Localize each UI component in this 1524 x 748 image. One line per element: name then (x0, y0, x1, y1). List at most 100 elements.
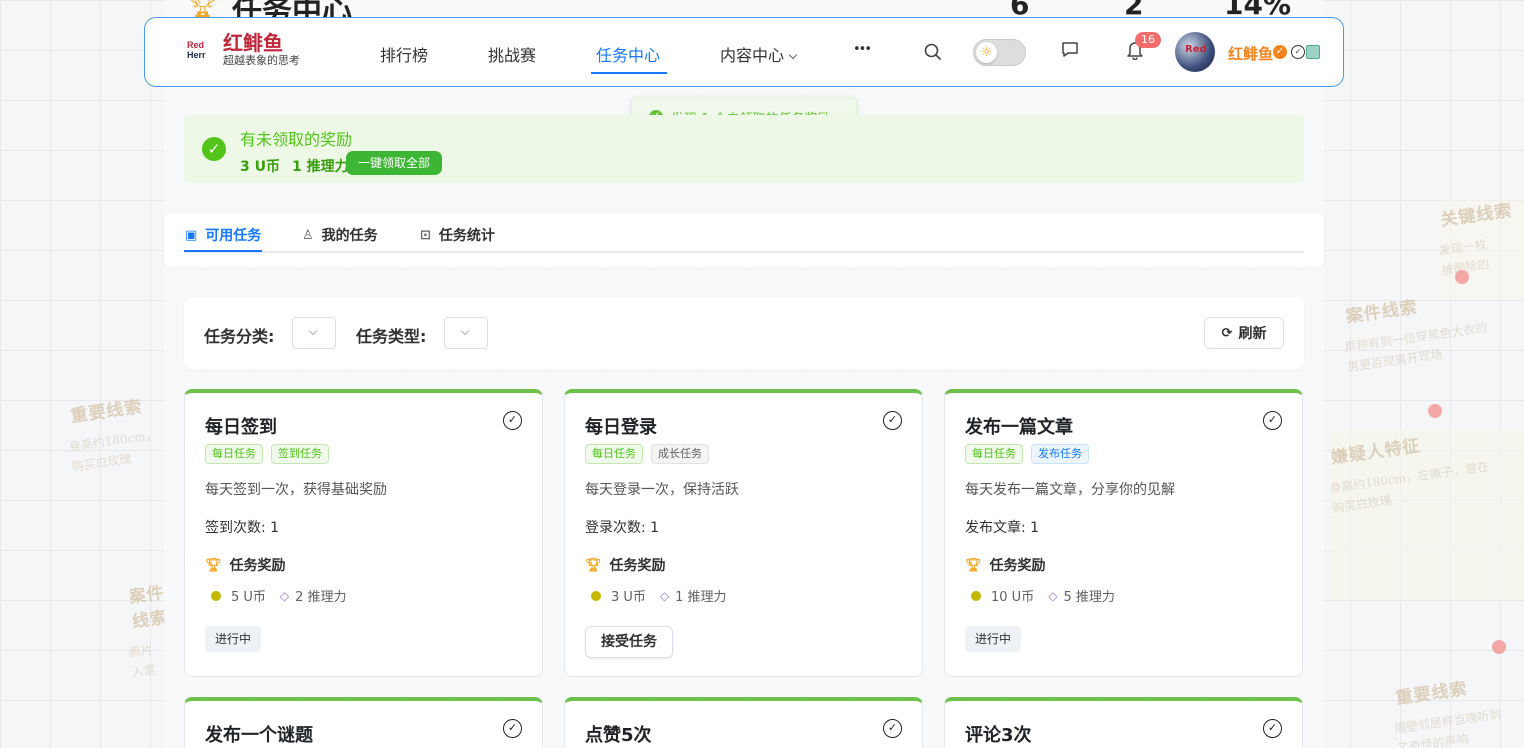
check-icon: ✓ (202, 137, 226, 161)
task-description: 每天发布一篇文章，分享你的见解 (965, 482, 1175, 498)
category-select[interactable] (292, 317, 336, 349)
category-label: 任务分类: (204, 327, 275, 346)
task-card: 每日签到 ✓ 每日任务 签到任务 每天签到一次，获得基础奖励 签到次数: 1 🏆… (184, 389, 543, 677)
reward-banner-title: 有未领取的奖励 (240, 130, 353, 149)
pin-decoration (1428, 404, 1442, 418)
claim-all-button[interactable]: 一键领取全部 (346, 151, 442, 175)
type-label: 任务类型: (356, 327, 427, 346)
filter-bar: 任务分类: 任务类型: ⟳ 刷新 (184, 297, 1304, 369)
task-tag: 每日任务 (205, 444, 263, 464)
bg-note-right-1: 关键线索 发现一枚 被删除的 (1440, 200, 1524, 300)
stats-strip: 🏆︎ 任务中心 6 2 14% (164, 0, 1324, 18)
task-progress: 签到次数: 1 (205, 520, 280, 536)
chart-icon: ⊡ (420, 227, 431, 243)
tab-my-tasks[interactable]: ♙ 我的任务 (302, 225, 378, 245)
reward-coins: 10 U币 (991, 590, 1035, 605)
clipboard-icon: ▣ (185, 227, 198, 243)
tab-label: 我的任务 (321, 228, 378, 244)
nav-task-center[interactable]: 任务中心 (596, 42, 660, 66)
reasoning-icon: ◇ (659, 588, 670, 603)
stat-completed: 2 (1124, 0, 1144, 18)
verified-badge-icon: ✓ (1273, 45, 1287, 59)
reward-coins: 3 U币 (611, 590, 646, 605)
nav-leaderboard[interactable]: 排行榜 (380, 42, 428, 66)
check-circle-icon: ✓ (1291, 45, 1305, 59)
nav-active-indicator (591, 72, 667, 74)
reward-label: 任务奖励 (229, 558, 286, 574)
bg-note-title: 关键线索 (1440, 200, 1514, 231)
nav-content-center-label: 内容中心 (720, 46, 785, 65)
chevron-down-icon (788, 50, 798, 60)
chevron-down-icon (460, 326, 470, 336)
reward-coins: 5 U币 (231, 590, 266, 605)
tab-label: 任务统计 (438, 228, 495, 244)
task-tag: 每日任务 (965, 444, 1023, 464)
task-card: 发布一篇文章 ✓ 每日任务 发布任务 每天发布一篇文章，分享你的见解 发布文章:… (944, 389, 1303, 677)
tab-label: 可用任务 (205, 228, 262, 244)
trophy-icon: 🏆︎ (585, 557, 602, 573)
type-select[interactable] (444, 317, 488, 349)
reasoning-icon: ◇ (279, 588, 290, 603)
check-circle-icon[interactable]: ✓ (1263, 719, 1282, 738)
status-badge: 进行中 (965, 626, 1022, 652)
task-title: 每日登录 (585, 417, 657, 438)
task-title: 点赞5次 (585, 725, 652, 746)
avatar[interactable]: Red (1175, 32, 1215, 72)
bg-note-left-1: 重要线索 身高约180cm， 购买白玫瑰 (68, 395, 170, 535)
task-card: 每日登录 ✓ 每日任务 成长任务 每天登录一次，保持活跃 登录次数: 1 🏆︎ 任… (564, 389, 923, 677)
user-icon: ♙ (302, 227, 314, 243)
site-logo[interactable]: Red Herr 红鲱鱼 超越表象的思考 (185, 32, 300, 68)
check-circle-icon[interactable]: ✓ (1263, 411, 1282, 430)
reasoning-icon: ◇ (1048, 588, 1058, 603)
task-title: 每日签到 (205, 417, 277, 438)
logo-mark-icon: Red Herr (185, 35, 215, 65)
logo-subtitle: 超越表象的思考 (223, 54, 300, 67)
accept-task-button[interactable]: 接受任务 (585, 626, 673, 658)
logo-title: 红鲱鱼 (223, 31, 283, 55)
task-tag: 签到任务 (271, 444, 329, 464)
task-description: 每天签到一次，获得基础奖励 (205, 482, 387, 498)
theme-toggle[interactable]: ☼ (973, 39, 1026, 66)
task-card: 发布一个谜题 ✓ (184, 697, 543, 748)
more-icon[interactable]: ••• (853, 42, 872, 57)
page-title: 任务中心 (232, 0, 352, 18)
task-title: 评论3次 (965, 725, 1032, 746)
reward-label: 任务奖励 (609, 558, 666, 574)
pin-decoration (1492, 640, 1506, 654)
coin-icon (211, 590, 221, 601)
task-title: 发布一篇文章 (965, 417, 1073, 438)
coin-icon (971, 590, 981, 601)
nav-content-center[interactable]: 内容中心 (720, 42, 798, 66)
user-name[interactable]: 红鲱鱼 (1228, 43, 1273, 64)
check-circle-icon[interactable]: ✓ (503, 719, 522, 738)
tabs-divider (184, 251, 1304, 253)
bg-note-right-4: 重要线索 隔壁邻居称当晚听到 了奇怪的声响 (1395, 675, 1524, 748)
reward-label: 任务奖励 (989, 558, 1046, 574)
check-circle-icon[interactable]: ✓ (883, 411, 902, 430)
status-badge: 进行中 (205, 626, 262, 652)
task-progress: 登录次数: 1 (585, 520, 660, 536)
task-description: 每天登录一次，保持活跃 (585, 482, 739, 498)
bg-note-right-2: 案件线索 声称有到一位穿黑色大衣的 男更百现离开现场 (1345, 290, 1524, 400)
bg-note-text: 发现一枚 被删除的 (1440, 237, 1491, 278)
search-icon[interactable] (924, 43, 942, 65)
task-title: 发布一个谜题 (205, 725, 313, 746)
message-icon[interactable] (1061, 41, 1079, 63)
bg-note-right-3: 嫌疑人特征 身高约180cm，左撇子，曾在 购买白玫瑰 (1330, 430, 1524, 600)
check-circle-icon[interactable]: ✓ (503, 411, 522, 430)
chevron-down-icon (308, 326, 318, 336)
tab-active-indicator (184, 250, 262, 252)
sun-icon: ☼ (976, 42, 997, 63)
refresh-icon: ⟳ (1221, 325, 1233, 341)
device-icon (1306, 45, 1320, 59)
check-circle-icon[interactable]: ✓ (883, 719, 902, 738)
unclaimed-reward-banner: ✓ 有未领取的奖励 3 U币 1 推理力 一键领取全部 (184, 115, 1304, 183)
refresh-button[interactable]: ⟳ 刷新 (1204, 317, 1284, 349)
task-tag: 发布任务 (1031, 444, 1089, 464)
nav-challenge[interactable]: 挑战赛 (488, 42, 536, 66)
tab-statistics[interactable]: ⊡ 任务统计 (420, 225, 495, 245)
stat-rate: 14% (1224, 0, 1292, 18)
tab-available[interactable]: ▣ 可用任务 (185, 225, 261, 245)
trophy-icon: 🏆︎ (205, 557, 222, 573)
stat-total: 6 (1010, 0, 1030, 18)
